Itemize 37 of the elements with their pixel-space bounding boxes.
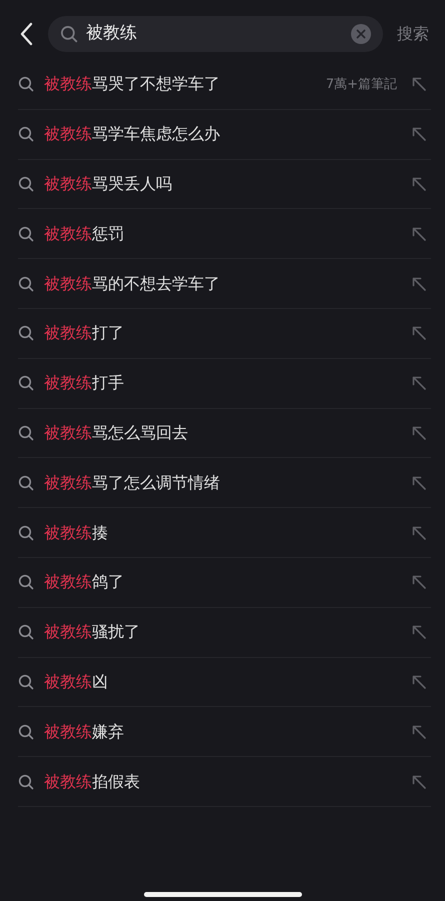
search-icon [18, 674, 34, 690]
search-icon [18, 724, 34, 740]
suggestion-text[interactable]: 被教练骂了怎么调节情绪 [44, 470, 401, 495]
search-button[interactable]: 搜索 [391, 22, 429, 46]
search-icon [18, 424, 34, 441]
search-icon [18, 524, 34, 541]
clear-icon[interactable] [351, 24, 371, 44]
search-icon [18, 624, 34, 640]
suggestion-text[interactable]: 被教练鸽了 [44, 570, 401, 594]
search-icon [18, 176, 34, 192]
search-icon [18, 474, 34, 491]
suggestion-text[interactable]: 被教练凶 [44, 670, 401, 694]
suggestion-text[interactable]: 被教练嫌弃 [44, 720, 401, 744]
search-icon [18, 375, 34, 392]
suggestion-text[interactable]: 被教练骂怎么骂回去 [44, 420, 401, 445]
suggestion-text[interactable]: 被教练骂学车焦虑怎么办 [44, 122, 401, 146]
search-icon [18, 774, 34, 790]
suggestion-text[interactable]: 被教练骂哭丢人吗 [44, 172, 401, 196]
search-input[interactable]: 被教练 [86, 21, 343, 47]
search-icon [18, 276, 34, 292]
suggestion-text[interactable]: 被教练揍 [44, 520, 401, 545]
suggestion-text[interactable]: 被教练骚扰了 [44, 620, 401, 644]
suggestion-text[interactable]: 被教练打了 [44, 321, 401, 346]
search-icon [18, 76, 34, 92]
search-icon [18, 126, 34, 142]
search-field[interactable]: 被教练 [48, 16, 383, 52]
suggestion-text[interactable]: 被教练掐假表 [44, 770, 401, 794]
search-icon [18, 574, 34, 590]
note-count: 7萬+篇筆記 [326, 76, 397, 94]
back-icon [20, 22, 34, 46]
suggestion-text[interactable]: 被教练骂哭了不想学车了 [44, 72, 316, 96]
suggestion-text[interactable]: 被教练惩罚 [44, 222, 401, 246]
suggestion-text[interactable]: 被教练骂的不想去学车了 [44, 272, 401, 296]
search-icon [18, 325, 34, 342]
search-icon [60, 25, 78, 43]
search-icon [18, 226, 34, 242]
suggestion-text[interactable]: 被教练打手 [44, 371, 401, 396]
